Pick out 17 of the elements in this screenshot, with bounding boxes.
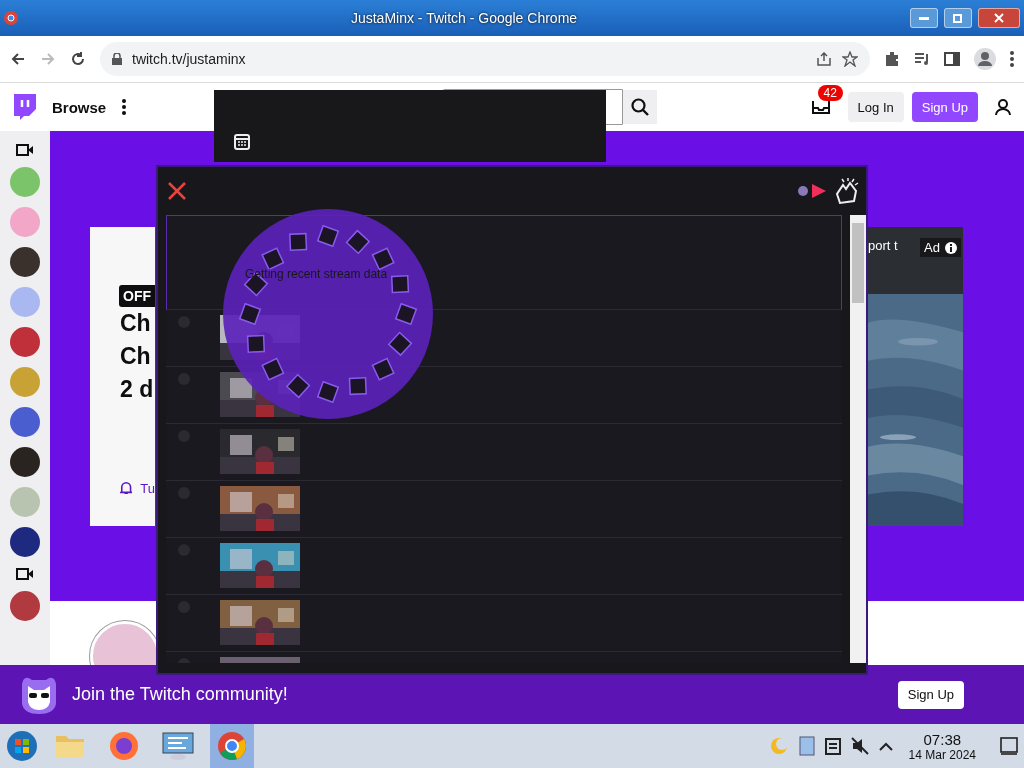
notification-count: 42: [817, 85, 843, 101]
card-title: 2 d: [120, 375, 155, 404]
sign-up-button[interactable]: Sign Up: [897, 680, 964, 709]
browse-link[interactable]: Browse: [52, 98, 107, 116]
ad-badge: Ad: [920, 238, 961, 257]
notify-text[interactable]: Tu: [140, 480, 155, 496]
window-title: JustaMinx - Twitch - Google Chrome: [349, 10, 579, 26]
clock-date: 14 Mar 2024: [908, 747, 976, 762]
sign-up-button[interactable]: Sign Up: [911, 92, 978, 122]
card-title: Ch: [120, 309, 152, 338]
address-bar[interactable]: twitch.tv/justaminx: [100, 42, 870, 76]
card-title: Ch: [120, 342, 152, 371]
clock-time: 07:38: [923, 730, 962, 748]
log-in-button[interactable]: Log In: [847, 92, 904, 122]
ad-text: port t: [868, 238, 898, 253]
join-text: Join the Twitch community!: [72, 684, 289, 705]
offline-badge: OFF: [119, 285, 155, 307]
